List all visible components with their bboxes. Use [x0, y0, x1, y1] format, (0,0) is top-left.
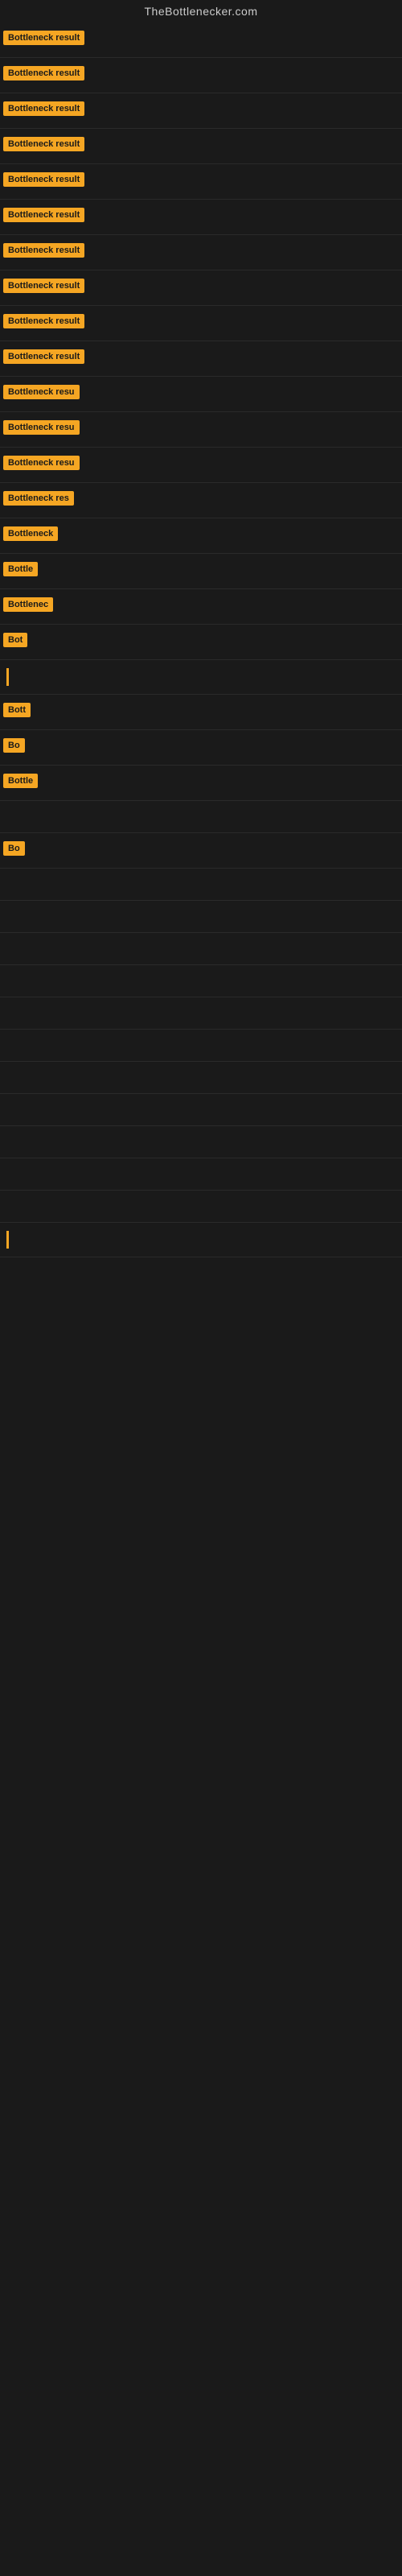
bottleneck-result-badge: Bottleneck res [3, 491, 74, 506]
list-item: Bottleneck result [0, 58, 402, 93]
list-item: Bottleneck result [0, 306, 402, 341]
list-item: Bo [0, 730, 402, 766]
list-item: Bott [0, 695, 402, 730]
list-item [0, 1223, 402, 1257]
list-item: Bottleneck result [0, 270, 402, 306]
list-item [0, 660, 402, 695]
bottleneck-result-badge: Bottleneck result [3, 137, 84, 151]
list-item: Bottleneck result [0, 129, 402, 164]
list-item [0, 1094, 402, 1126]
list-item [0, 901, 402, 933]
list-item: Bottleneck resu [0, 377, 402, 412]
list-item: Bottleneck result [0, 200, 402, 235]
bottleneck-result-badge: Bo [3, 841, 25, 856]
list-item [0, 1030, 402, 1062]
list-item: Bottleneck resu [0, 448, 402, 483]
list-item: Bottleneck [0, 518, 402, 554]
list-item: Bottleneck result [0, 164, 402, 200]
bottleneck-result-badge: Bottleneck result [3, 243, 84, 258]
bottleneck-result-badge: Bo [3, 738, 25, 753]
vertical-bar-icon [6, 668, 9, 686]
list-item: Bottleneck resu [0, 412, 402, 448]
bottleneck-result-badge: Bottleneck result [3, 279, 84, 293]
list-item [0, 933, 402, 965]
list-item [0, 1191, 402, 1223]
site-title: TheBottlenecker.com [0, 0, 402, 23]
list-item [0, 1158, 402, 1191]
bottleneck-result-badge: Bottle [3, 562, 38, 576]
list-item: Bottleneck result [0, 235, 402, 270]
list-item [0, 1126, 402, 1158]
list-item: Bottlenec [0, 589, 402, 625]
bottleneck-result-badge: Bottlenec [3, 597, 53, 612]
bottleneck-result-badge: Bot [3, 633, 27, 647]
list-item [0, 869, 402, 901]
list-item: Bottleneck res [0, 483, 402, 518]
list-item: Bot [0, 625, 402, 660]
bottleneck-result-badge: Bottleneck [3, 526, 58, 541]
bottleneck-result-badge: Bottle [3, 774, 38, 788]
bottleneck-result-badge: Bottleneck result [3, 208, 84, 222]
bottleneck-result-badge: Bottleneck result [3, 31, 84, 45]
list-item: Bo [0, 833, 402, 869]
list-item [0, 997, 402, 1030]
list-item: Bottle [0, 766, 402, 801]
list-item [0, 1062, 402, 1094]
bottleneck-result-badge: Bottleneck resu [3, 385, 80, 399]
list-item: Bottleneck result [0, 23, 402, 58]
bottleneck-result-badge: Bottleneck result [3, 101, 84, 116]
list-item [0, 965, 402, 997]
bottleneck-result-badge: Bottleneck result [3, 314, 84, 328]
list-item [0, 801, 402, 833]
bottleneck-result-badge: Bottleneck result [3, 172, 84, 187]
list-item: Bottle [0, 554, 402, 589]
list-item: Bottleneck result [0, 341, 402, 377]
bottleneck-result-badge: Bottleneck result [3, 349, 84, 364]
vertical-bar-icon [6, 1231, 9, 1249]
bottleneck-result-badge: Bottleneck resu [3, 456, 80, 470]
bottleneck-result-badge: Bottleneck resu [3, 420, 80, 435]
bottleneck-result-badge: Bottleneck result [3, 66, 84, 80]
bottleneck-result-badge: Bott [3, 703, 31, 717]
list-item: Bottleneck result [0, 93, 402, 129]
